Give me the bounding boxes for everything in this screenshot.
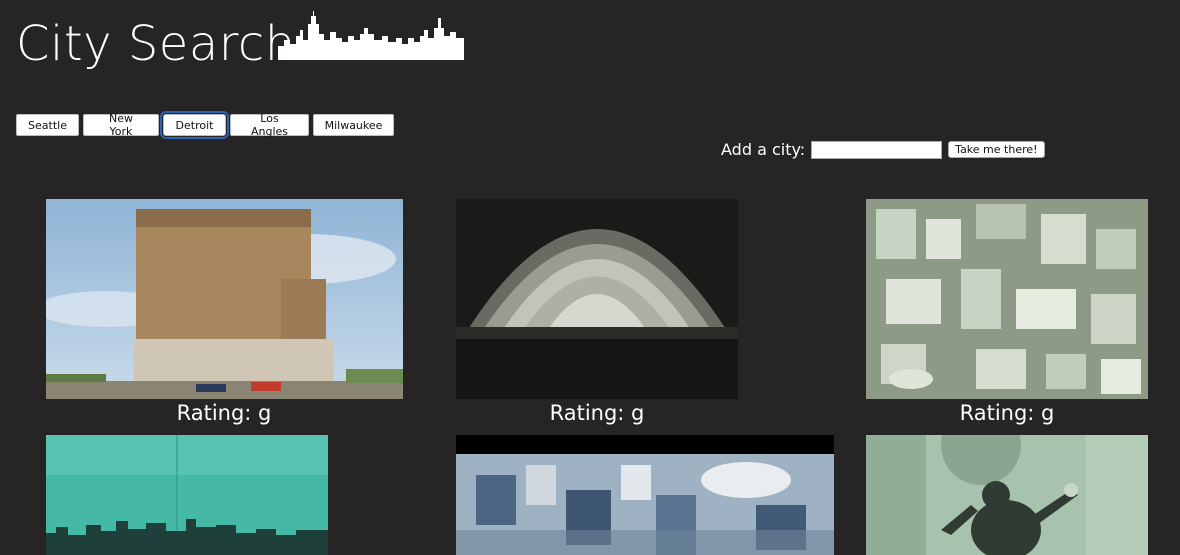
city-button-los-angles[interactable]: Los Angles	[230, 112, 309, 138]
page-title: City Search	[16, 16, 296, 72]
rating-label: Rating: g	[549, 401, 645, 425]
take-me-there-button[interactable]: Take me there!	[948, 141, 1045, 158]
city-button-new-york[interactable]: New York	[83, 112, 159, 138]
rating-label: Rating: g	[959, 401, 1055, 425]
aerial-downtown-photo[interactable]	[456, 435, 834, 555]
city-button-milwaukee[interactable]: Milwaukee	[313, 114, 394, 136]
city-button-detroit[interactable]: Detroit	[160, 111, 229, 139]
city-button-seattle[interactable]: Seattle	[16, 114, 79, 136]
add-city-form: Add a city: Take me there!	[721, 140, 1045, 159]
michigan-central-station-photo[interactable]	[46, 199, 403, 399]
add-city-input[interactable]	[811, 140, 943, 159]
add-city-label: Add a city:	[721, 140, 806, 159]
teal-sky-skyline-photo[interactable]	[46, 435, 328, 555]
city-skyline-icon	[278, 11, 464, 60]
spirit-of-detroit-statue-photo[interactable]	[866, 435, 1148, 555]
city-button-bar: Seattle New York Detroit Los Angles Milw…	[16, 111, 394, 139]
rating-label: Rating: g	[176, 401, 272, 425]
orchestra-shell-photo[interactable]	[456, 199, 738, 399]
aerial-city-model-photo[interactable]	[866, 199, 1148, 399]
